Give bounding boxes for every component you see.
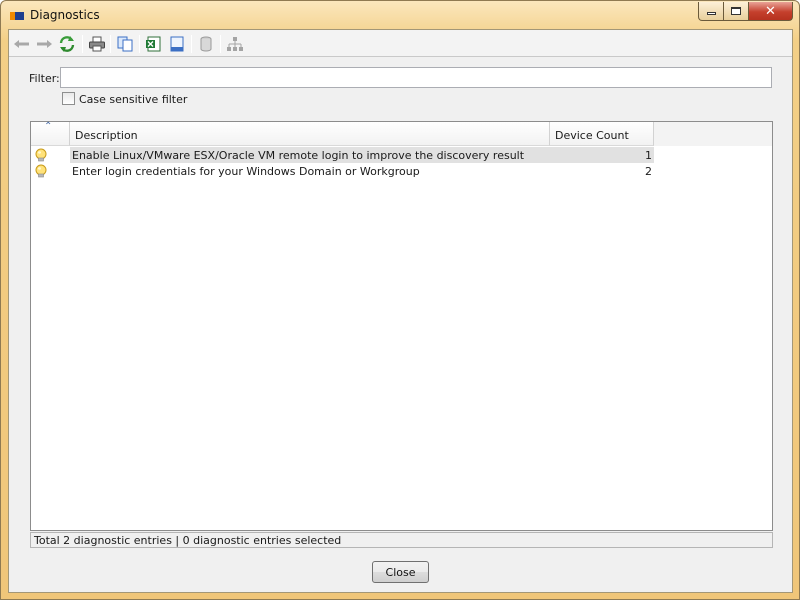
filter-input[interactable] — [60, 67, 772, 88]
column-header-description[interactable]: Description — [70, 122, 550, 146]
refresh-button[interactable] — [57, 34, 77, 54]
table-row[interactable]: Enter login credentials for your Windows… — [31, 163, 772, 179]
export-excel-button[interactable] — [144, 34, 164, 54]
hierarchy-icon — [227, 37, 243, 51]
maximize-button[interactable] — [724, 2, 749, 21]
page-icon — [170, 36, 184, 52]
case-sensitive-label[interactable]: Case sensitive filter — [79, 93, 187, 106]
diagnostics-window: Diagnostics ✕ Filter: Case sensitive fil… — [0, 0, 800, 600]
close-icon: ✕ — [765, 3, 776, 19]
sort-ascending-icon: ⌃ — [44, 121, 53, 132]
print-button[interactable] — [87, 34, 107, 54]
toolbar — [9, 30, 792, 57]
column-header-icon[interactable]: ⌃ — [31, 122, 70, 146]
minimize-button[interactable] — [698, 2, 724, 21]
forward-button[interactable] — [34, 34, 54, 54]
table-row[interactable]: Enable Linux/VMware ESX/Oracle VM remote… — [31, 147, 772, 163]
window-close-button[interactable]: ✕ — [749, 2, 793, 21]
copy-icon — [117, 36, 133, 52]
page-button[interactable] — [167, 34, 187, 54]
status-bar: Total 2 diagnostic entries | 0 diagnosti… — [30, 532, 773, 548]
close-button[interactable]: Close — [372, 561, 429, 583]
lightbulb-icon — [35, 164, 47, 178]
lightbulb-icon — [35, 148, 47, 162]
database-button[interactable] — [196, 34, 216, 54]
row-description: Enable Linux/VMware ESX/Oracle VM remote… — [70, 147, 550, 163]
table-header: ⌃ Description Device Count — [31, 122, 772, 146]
diagnostics-table: ⌃ Description Device Count Enable Linux/… — [30, 121, 773, 531]
forward-arrow-icon — [37, 40, 52, 48]
export-excel-icon — [146, 36, 161, 52]
dialog-body: Filter: Case sensitive filter ⌃ Descript… — [8, 29, 793, 593]
column-header-device-count[interactable]: Device Count — [550, 122, 654, 146]
filter-label: Filter: — [29, 72, 60, 85]
print-icon — [89, 36, 105, 52]
case-sensitive-checkbox[interactable] — [62, 92, 75, 105]
minimize-icon — [706, 12, 716, 15]
refresh-icon — [59, 36, 75, 52]
back-arrow-icon — [14, 40, 29, 48]
title-bar[interactable]: Diagnostics ✕ — [1, 1, 799, 29]
database-icon — [200, 36, 212, 52]
row-device-count: 2 — [645, 165, 652, 178]
copy-button[interactable] — [115, 34, 135, 54]
row-description: Enter login credentials for your Windows… — [72, 165, 420, 178]
hierarchy-button[interactable] — [225, 34, 245, 54]
maximize-icon — [731, 7, 741, 15]
row-device-count: 1 — [550, 147, 654, 163]
window-title: Diagnostics — [30, 8, 100, 22]
app-icon — [10, 10, 24, 22]
back-button[interactable] — [12, 34, 32, 54]
